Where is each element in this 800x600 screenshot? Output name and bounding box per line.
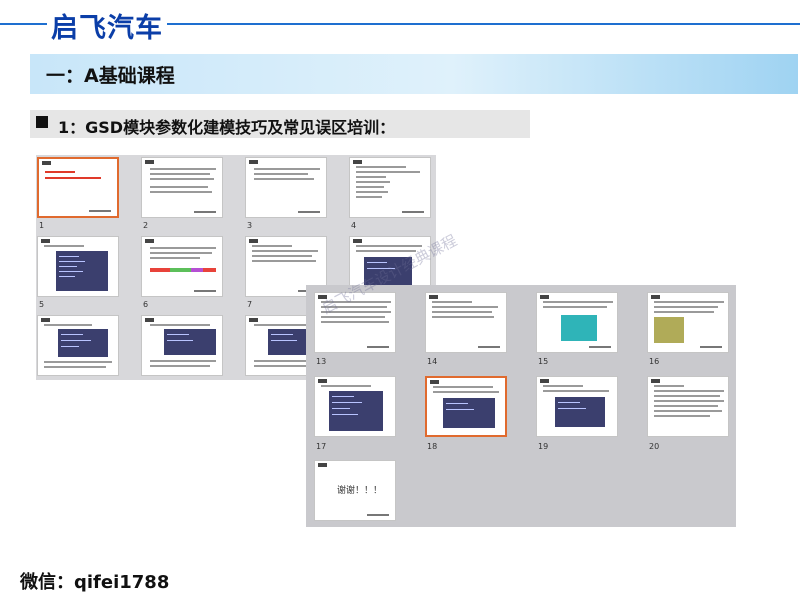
slide-thumbnail-18[interactable] (425, 376, 507, 437)
slide-thumbnail-14[interactable] (425, 292, 507, 353)
slide-thumbnail-9[interactable] (37, 315, 119, 376)
slide-number: 19 (538, 442, 549, 451)
slide-thumbnail-17[interactable] (314, 376, 396, 437)
section-title: 1：GSD模块参数化建模技巧及常见误区培训： (58, 118, 396, 137)
slide-number: 16 (649, 357, 660, 366)
slide-thumbnail-6[interactable] (141, 236, 223, 297)
slide-number: 4 (351, 221, 357, 230)
slide-number: 18 (427, 442, 438, 451)
slide-thumbnail-20[interactable] (647, 376, 729, 437)
slide-thumbnail-5[interactable] (37, 236, 119, 297)
slide-thumbnail-15[interactable] (536, 292, 618, 353)
slide-number: 17 (316, 442, 327, 451)
wechat-contact: 微信：qifei1788 (20, 572, 170, 593)
slide-number: 3 (247, 221, 253, 230)
slide-thumbnail-4[interactable] (349, 157, 431, 218)
slide-thumbnail-19[interactable] (536, 376, 618, 437)
slide-number: 2 (143, 221, 149, 230)
slide-number: 13 (316, 357, 327, 366)
slide-number: 14 (427, 357, 438, 366)
slide-number: 5 (39, 300, 45, 309)
slide-number: 7 (247, 300, 253, 309)
slide-number: 20 (649, 442, 660, 451)
slide-thumbnail-2[interactable] (141, 157, 223, 218)
slide-thumbnail-1[interactable] (37, 157, 119, 218)
slide-number: 6 (143, 300, 149, 309)
slide-thumbnail-3[interactable] (245, 157, 327, 218)
square-bullet-icon (36, 116, 48, 128)
slide-number: 15 (538, 357, 549, 366)
slide-number: 1 (39, 221, 45, 230)
brand-title: 启飞汽车 (47, 6, 167, 45)
slide-thumbnail-10[interactable] (141, 315, 223, 376)
slide-thumbnail-16[interactable] (647, 292, 729, 353)
slide-thumbnail-21[interactable]: 谢谢！！！ (314, 460, 396, 521)
course-title: 一：A基础课程 (46, 65, 175, 87)
thanks-text: 谢谢！！！ (337, 486, 383, 496)
